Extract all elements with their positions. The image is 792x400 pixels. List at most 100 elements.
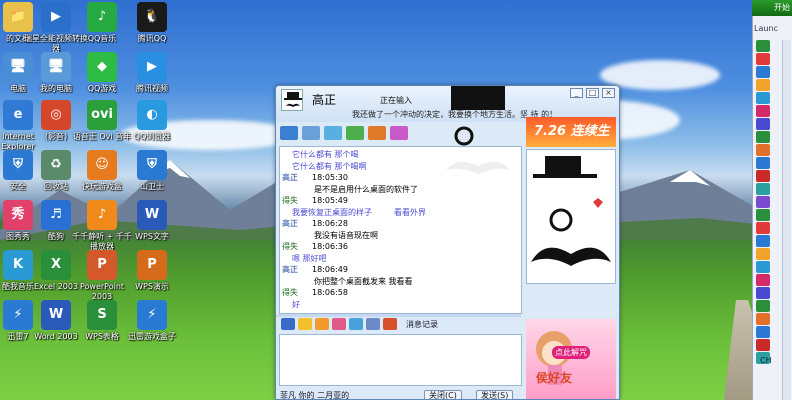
message-header: 得失 18:06:58 [282, 287, 348, 299]
app-icon: ovi [87, 100, 117, 130]
send-button[interactable]: 发送(S) [476, 390, 514, 399]
message-text: 好 [292, 299, 300, 311]
message-header: 得失 18:06:36 [282, 241, 348, 253]
tray-app-icon[interactable] [756, 105, 770, 117]
voice-call-icon[interactable] [302, 126, 320, 140]
tray-app-icon[interactable] [756, 339, 770, 351]
screenshot-icon[interactable] [366, 318, 380, 330]
tray-app-icon[interactable] [756, 274, 770, 286]
desktop-icon[interactable]: ▶ 腾讯视频 [120, 52, 184, 94]
desktop-icon[interactable]: ◐ QQ浏览器 [120, 100, 184, 142]
close-button[interactable]: 关闭(C) [424, 390, 462, 399]
tray-app-icon[interactable] [756, 209, 770, 221]
tray-app-icon[interactable] [756, 222, 770, 234]
mustache-show-icon [531, 156, 611, 266]
tray-app-icon[interactable] [756, 131, 770, 143]
magic-emoji-icon[interactable] [315, 318, 329, 330]
sender-name[interactable]: 高正 [282, 219, 298, 228]
message-time: 18:05:30 [312, 173, 348, 182]
contact-show-panel[interactable] [526, 149, 616, 284]
tray-app-icon[interactable] [756, 53, 770, 65]
message-text: 我要恢复正桌面的样子 看看外界 [292, 207, 426, 219]
desktop-icon[interactable]: W WPS文字 [120, 200, 184, 242]
app-icon: ♪ [87, 200, 117, 230]
app-icon: ◎ [41, 100, 71, 130]
tray-app-icon[interactable] [756, 326, 770, 338]
message-time: 18:06:28 [312, 219, 348, 228]
tray-app-icon[interactable] [756, 261, 770, 273]
message-text: 嗯 那好吧 [292, 253, 327, 265]
ad-badge: 点此解咒 [552, 346, 590, 359]
sender-name[interactable]: 得失 [282, 242, 298, 251]
message-time: 18:06:36 [312, 242, 348, 251]
contact-name: 高正 [312, 93, 337, 107]
tray-app-icon[interactable] [756, 300, 770, 312]
app-icon: P [137, 250, 167, 280]
desktop-icon-label: 迅雷游戏盒子 [128, 332, 176, 341]
close-icon[interactable]: × [602, 88, 615, 98]
input-toolbar: 消息记录 [279, 316, 522, 332]
app-icon: ▶ [137, 52, 167, 82]
sidebar-scrollbar[interactable] [782, 40, 791, 400]
share-icon[interactable] [368, 126, 386, 140]
cartoon-girl-icon [536, 331, 572, 385]
tray-app-icon[interactable] [756, 196, 770, 208]
tray-app-icon[interactable] [756, 118, 770, 130]
minimize-button[interactable]: _ [570, 88, 583, 98]
message-text: 它什么都有 那个喝 [292, 149, 359, 161]
tray-app-icon[interactable] [756, 92, 770, 104]
app-icon: ◆ [87, 52, 117, 82]
shake-icon[interactable] [332, 318, 346, 330]
tray-app-icon[interactable] [756, 157, 770, 169]
qq-chat-window: 高正 正在输入 我还做了一个冲动的决定，我要换个地方生活。坚 持 的！ _ □ … [275, 85, 620, 400]
message-header: 高正 18:05:30 [282, 172, 348, 184]
ad-banner[interactable]: 7.26 连续生活 [526, 117, 616, 169]
emoji-icon[interactable] [298, 318, 312, 330]
message-body-extra: 看看外界 [394, 207, 426, 217]
image-icon[interactable] [349, 318, 363, 330]
tray-app-icon[interactable] [756, 79, 770, 91]
font-icon[interactable] [281, 318, 295, 330]
message-input[interactable] [279, 334, 522, 386]
app-icon: 🖥 [41, 52, 71, 82]
app-icon: ▶ [41, 2, 71, 32]
tray-app-icon[interactable] [756, 235, 770, 247]
send-file-icon[interactable] [324, 126, 342, 140]
tray-app-icon[interactable] [756, 287, 770, 299]
tray-app-icon[interactable] [756, 66, 770, 78]
remote-assist-icon[interactable] [346, 126, 364, 140]
start-button[interactable]: 开始 [752, 0, 792, 16]
desktop-icon-label: WPS演示 [135, 282, 169, 291]
desktop-icon[interactable]: P WPS演示 [120, 250, 184, 292]
sender-name[interactable]: 得失 [282, 196, 298, 205]
message-text: 我没有语音现在啊 [314, 230, 378, 242]
sender-name[interactable]: 高正 [282, 173, 298, 182]
app-icon: ♬ [41, 200, 71, 230]
game-ad[interactable]: 点此解咒 侯好友 [526, 319, 616, 399]
message-history-button[interactable]: 消息记录 [406, 319, 438, 330]
tray-app-icon[interactable] [756, 183, 770, 195]
apps-icon[interactable] [390, 126, 408, 140]
message-header: 高正 18:06:28 [282, 218, 348, 230]
desktop-icon[interactable]: 🐧 腾讯QQ [120, 2, 184, 44]
app-icon: ⛨ [137, 150, 167, 180]
app-icon: ⚡ [137, 300, 167, 330]
app-icon: ◐ [137, 100, 167, 130]
quick-launch-label: Launc [754, 24, 778, 33]
tray-app-icon[interactable] [756, 40, 770, 52]
contact-avatar[interactable] [281, 89, 303, 111]
tray-app-icon[interactable] [756, 170, 770, 182]
desktop-icon-label: 山卫士 [140, 182, 164, 191]
ime-indicator[interactable]: CH [760, 356, 772, 365]
gift-icon[interactable] [383, 318, 397, 330]
tray-app-icon[interactable] [756, 313, 770, 325]
video-call-icon[interactable] [280, 126, 298, 140]
desktop-icon-label: WPS文字 [135, 232, 169, 241]
tray-app-icon[interactable] [756, 248, 770, 260]
desktop-icon[interactable]: ⚡ 迅雷游戏盒子 [120, 300, 184, 342]
maximize-button[interactable]: □ [586, 88, 599, 98]
tray-app-icon[interactable] [756, 144, 770, 156]
sender-name[interactable]: 得失 [282, 288, 298, 297]
desktop-icon[interactable]: ⛨ 山卫士 [120, 150, 184, 192]
sender-name[interactable]: 高正 [282, 265, 298, 274]
